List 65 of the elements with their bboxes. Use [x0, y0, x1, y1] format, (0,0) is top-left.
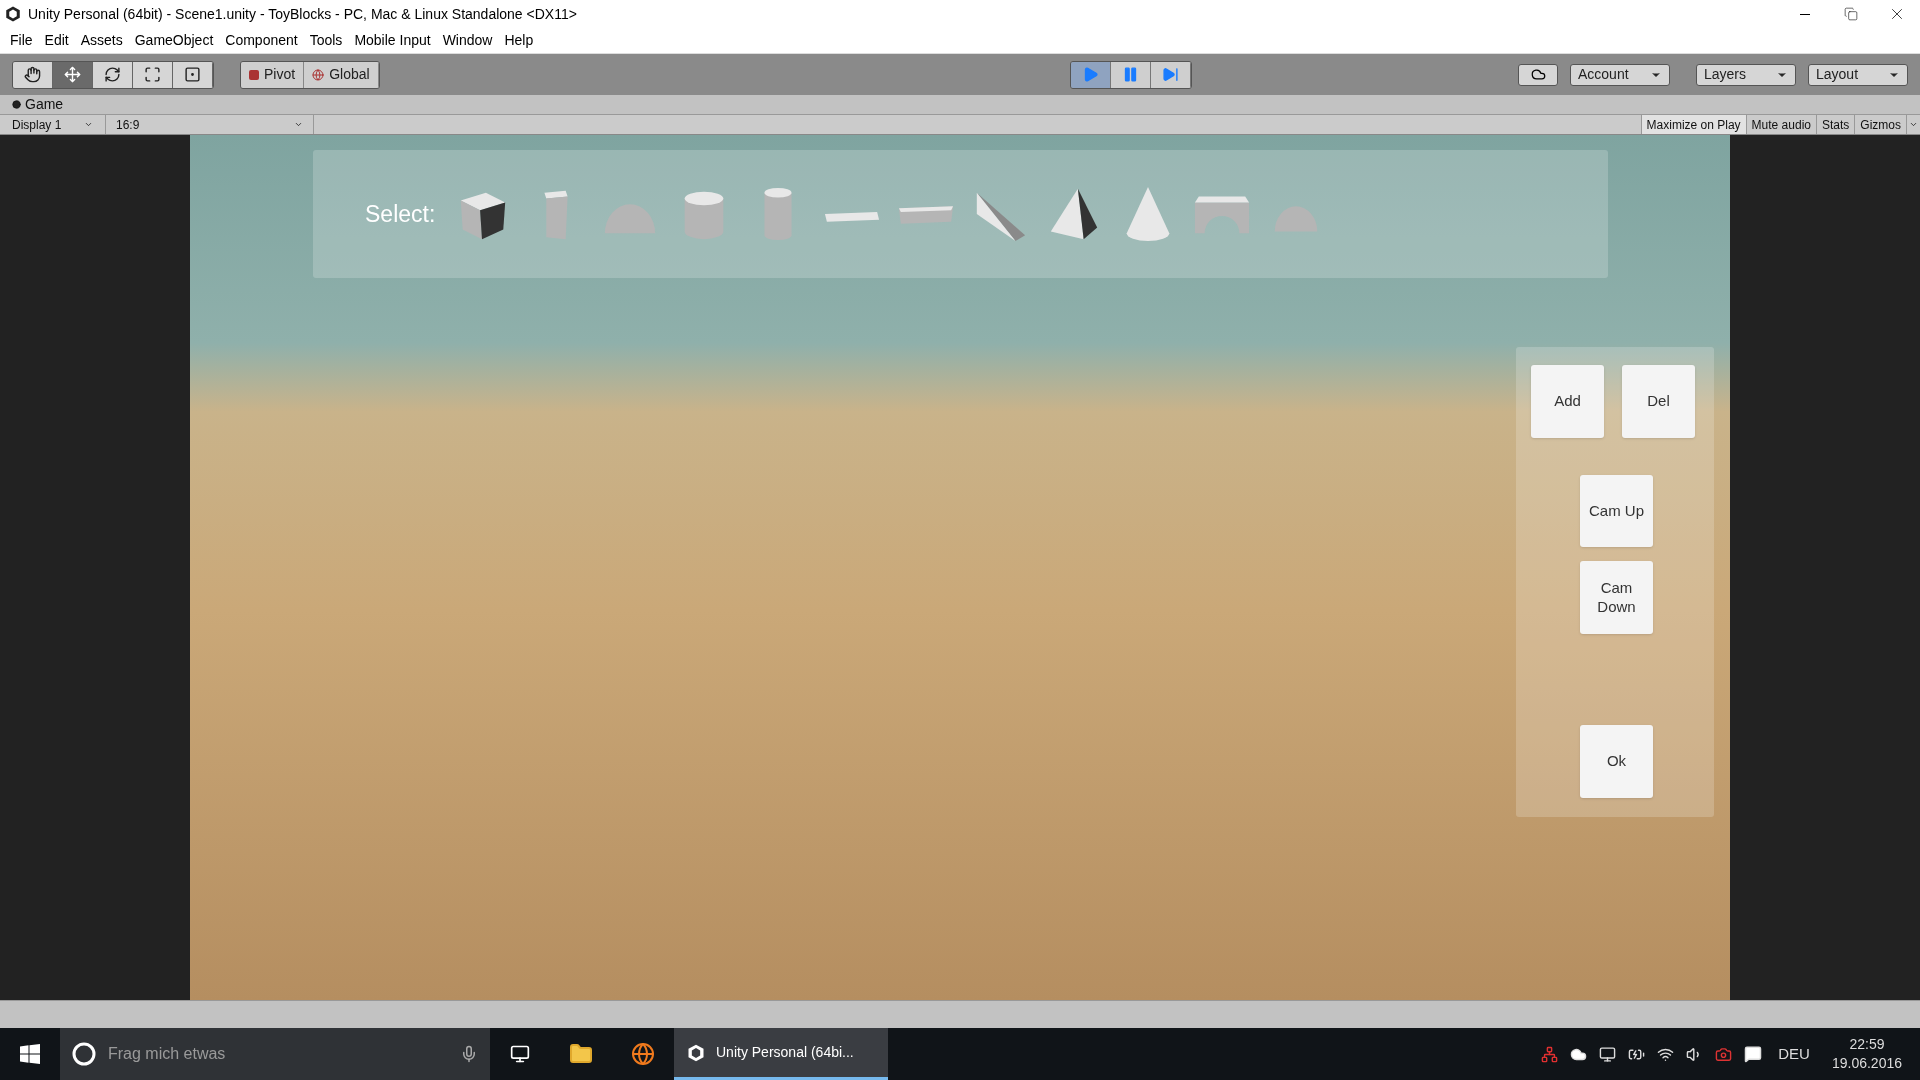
move-tool-button[interactable]: [53, 61, 93, 88]
move-icon: [64, 66, 81, 83]
rect-tool-button[interactable]: [173, 61, 213, 88]
pivot-toggle-button[interactable]: Global: [304, 61, 379, 88]
scale-tool-button[interactable]: [133, 61, 173, 88]
clock-date: 19.06.2016: [1831, 1054, 1902, 1073]
menu-item[interactable]: Help: [498, 30, 540, 51]
game-tab-icon: [12, 100, 21, 109]
hand-tool-button[interactable]: [13, 61, 53, 88]
rect-icon: [184, 66, 201, 83]
menu-item[interactable]: File: [4, 30, 39, 51]
toolbar-dropdown[interactable]: Layout: [1808, 63, 1908, 86]
microphone-icon[interactable]: [460, 1045, 478, 1063]
language-indicator[interactable]: DEU: [1774, 1042, 1814, 1066]
search-input[interactable]: Frag mich etwas: [108, 1042, 448, 1066]
game-button[interactable]: Ok: [1580, 725, 1653, 798]
network-share-icon[interactable]: [1541, 1045, 1559, 1063]
display-dropdown[interactable]: Display 1: [0, 115, 106, 134]
toolbar-dropdown[interactable]: Account: [1570, 63, 1670, 86]
scale-icon: [144, 66, 161, 83]
camera-icon[interactable]: [1715, 1045, 1733, 1063]
restore-icon: [1844, 7, 1858, 21]
menu-item[interactable]: Edit: [38, 30, 75, 51]
caret-icon: [294, 120, 303, 129]
game-button[interactable]: Cam Down: [1580, 561, 1653, 634]
aspect-dropdown[interactable]: 16:9: [106, 115, 314, 134]
pause-button[interactable]: [1110, 61, 1151, 88]
cortana-icon: [72, 1042, 96, 1066]
task-view-icon: [510, 1044, 530, 1064]
hand-icon: [24, 66, 41, 83]
step-button[interactable]: [1150, 61, 1191, 88]
play-button[interactable]: [1070, 61, 1111, 88]
menu-item[interactable]: Mobile Input: [348, 30, 437, 51]
caret-icon: [84, 120, 93, 129]
caret-icon: [1909, 120, 1918, 129]
clock-time: 22:59: [1849, 1035, 1885, 1054]
game-button[interactable]: Cam Up: [1580, 475, 1653, 547]
globe-icon: [312, 68, 325, 81]
menu-item[interactable]: Assets: [74, 30, 129, 51]
game-button[interactable]: Del: [1622, 365, 1695, 438]
folder-icon: [569, 1042, 593, 1066]
monitor-icon[interactable]: [1599, 1045, 1617, 1063]
cloud-icon: [1530, 67, 1546, 82]
step-icon: [1161, 66, 1179, 83]
globe-icon: [631, 1042, 655, 1066]
menu-item[interactable]: GameObject: [128, 30, 220, 51]
menu-item[interactable]: Window: [436, 30, 499, 51]
pivot-toggle-button[interactable]: Pivot: [241, 61, 305, 88]
rotate-icon: [104, 66, 121, 83]
pivot-icon: [249, 69, 259, 80]
game-tab[interactable]: Game: [12, 94, 64, 115]
cloud-button[interactable]: [1518, 63, 1558, 86]
notifications-icon[interactable]: [1744, 1045, 1763, 1063]
windows-logo-icon: [20, 1044, 40, 1064]
rotate-tool-button[interactable]: [93, 61, 133, 88]
game-view-toggle[interactable]: Maximize on Play: [1640, 115, 1746, 134]
toolbar-dropdown[interactable]: Layers: [1696, 63, 1796, 86]
window-title: Unity Personal (64bit) - Scene1.unity - ToyBlocks - PC, Mac & Linux Standalone <DX11>: [28, 4, 577, 24]
menu-item[interactable]: Component: [219, 30, 304, 51]
search-field[interactable]: Frag mich etwas: [60, 1028, 490, 1080]
minimize-icon: [1800, 13, 1810, 15]
game-button[interactable]: Add: [1531, 365, 1604, 438]
select-label: Select:: [365, 199, 436, 229]
taskbar-app-button[interactable]: Unity Personal (64bi...: [674, 1028, 888, 1080]
menu-item[interactable]: Tools: [303, 30, 349, 51]
